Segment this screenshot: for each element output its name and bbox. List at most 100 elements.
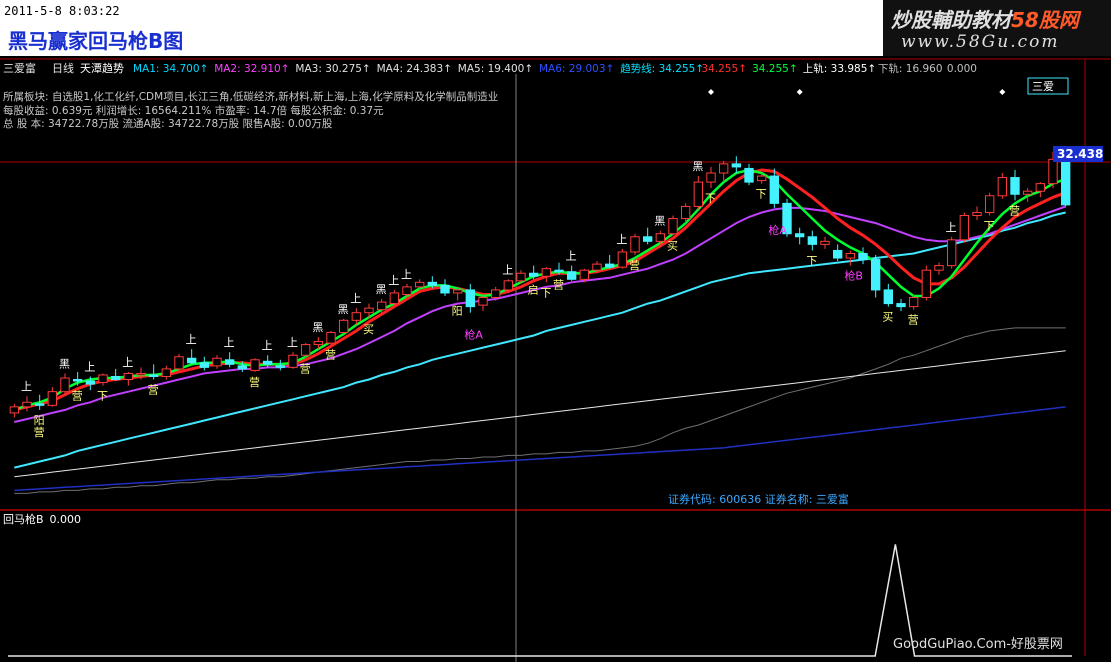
footer-watermark: GoodGuPiao.Com-好股票网: [893, 637, 1063, 652]
candle-body: [984, 195, 995, 213]
datetime: 2011-5-8 8:03:22: [4, 4, 120, 18]
candle-body: [528, 272, 539, 277]
candle-body: [250, 359, 260, 371]
signal-label: 营: [325, 348, 336, 362]
candle-body: [592, 263, 602, 271]
security-info: 证券代码: 600636 证券名称: 三爱富: [668, 492, 849, 506]
candle-body: [630, 236, 640, 253]
signal-label: 上: [224, 336, 235, 349]
signal-label: 营: [72, 389, 83, 403]
candle-body: [1035, 183, 1046, 192]
signal-label: 下: [97, 390, 108, 403]
signal-label: 黑: [376, 283, 387, 296]
candle-body: [706, 172, 716, 183]
candle-body: [744, 167, 754, 183]
candle-body: [655, 233, 666, 242]
candle-body: [262, 360, 273, 365]
signal-label: 黑: [312, 321, 323, 334]
candle-body: [148, 374, 159, 377]
candle: [617, 248, 628, 269]
candle-body: [541, 268, 552, 277]
candle-body: [237, 365, 248, 370]
chart-background: [0, 56, 1111, 662]
candle-body: [300, 344, 311, 356]
candle-body: [959, 215, 970, 241]
signal-label: 枪A: [768, 223, 787, 237]
candle-body: [402, 286, 412, 295]
signal-label: 黑: [692, 160, 703, 173]
candle-body: [174, 356, 184, 370]
signal-label: 下: [705, 192, 716, 205]
candle: [984, 192, 995, 216]
status-item: 0.000: [947, 63, 977, 75]
candle-body: [554, 269, 564, 273]
candle-body: [946, 239, 957, 267]
signal-label: 营: [629, 258, 640, 272]
candle-body: [896, 303, 906, 308]
status-item: MA4: 24.383↑: [377, 63, 452, 75]
candle: [326, 330, 336, 345]
price-label: 32.438: [1057, 147, 1103, 161]
candle-body: [680, 205, 691, 220]
candle-body: [326, 331, 336, 344]
watermark-url: www.58Gu.com: [901, 32, 1060, 52]
candle-body: [427, 281, 438, 286]
candle-body: [212, 357, 222, 367]
candle-body: [1022, 190, 1033, 195]
candle-body: [47, 391, 58, 406]
status-item: MA3: 30.275↑: [295, 63, 370, 75]
candle-body: [376, 301, 387, 311]
signal-label: 启: [528, 283, 539, 296]
candle-body: [414, 281, 425, 288]
status-item: 趋势线: 34.255↑: [620, 62, 704, 75]
candle-body: [9, 406, 20, 414]
signal-label: 黑: [654, 215, 665, 228]
signal-label: 上: [502, 263, 513, 276]
signal-label: 上: [350, 292, 361, 305]
candle-body: [161, 368, 172, 377]
candle-body: [566, 271, 577, 280]
signal-label: 营: [249, 375, 260, 389]
status-bar: 三爱富 日线 天潭趋势 MA1: 34.700↑ MA2: 32.910↑ MA3:…: [3, 61, 977, 75]
signal-label: 买: [882, 311, 893, 324]
candle-body: [858, 252, 868, 261]
signal-label: 营: [300, 361, 311, 375]
candle-body: [617, 251, 628, 268]
stock-chart[interactable]: 三爱富 日线 天潭趋势 MA1: 34.700↑ MA2: 32.910↑ MA3:…: [0, 56, 1111, 662]
candle-body: [313, 341, 324, 346]
candle-body: [72, 379, 83, 382]
candle: [946, 236, 957, 269]
signal-label: 上: [186, 333, 197, 346]
sub-panel-label: 回马枪B 0.000: [3, 512, 81, 526]
signal-label: 下: [984, 220, 995, 233]
indicator-name: 天潭趋势: [80, 62, 124, 75]
candle: [630, 233, 640, 255]
candle-body: [972, 211, 982, 217]
signal-label: 上: [122, 356, 133, 369]
info-line-earnings: 每股收益: 0.639元 利润增长: 16564.211% 市盈率: 14.7倍…: [3, 104, 384, 117]
signal-label: 买: [363, 323, 374, 336]
candle-body: [604, 263, 615, 268]
candle-body: [389, 292, 400, 305]
candle: [668, 215, 678, 236]
candle: [338, 318, 349, 334]
candle-body: [1010, 177, 1020, 195]
candle-body: [34, 403, 45, 406]
title-banner: 2011-5-8 8:03:22 黑马赢家回马枪B图 炒股輔助教材58股网 ww…: [0, 0, 1111, 56]
signal-label: 买: [667, 239, 678, 252]
signal-label: 黑: [59, 357, 70, 370]
candle-body: [820, 240, 830, 245]
candle-body: [794, 233, 805, 238]
watermark-text: 炒股輔助教材58股网: [891, 8, 1079, 32]
candle: [921, 265, 932, 301]
signal-label: 营: [553, 278, 564, 292]
signal-label: 下: [756, 188, 767, 201]
status-item: 34.255↑: [752, 63, 798, 75]
candle-body: [832, 249, 843, 259]
candle-body: [845, 252, 856, 259]
signal-label: 阳: [452, 305, 463, 318]
candle-body: [224, 359, 235, 365]
signal-label: 上: [388, 274, 399, 287]
candle-body: [668, 218, 678, 235]
upper-band-label: 三爱: [1032, 80, 1054, 93]
